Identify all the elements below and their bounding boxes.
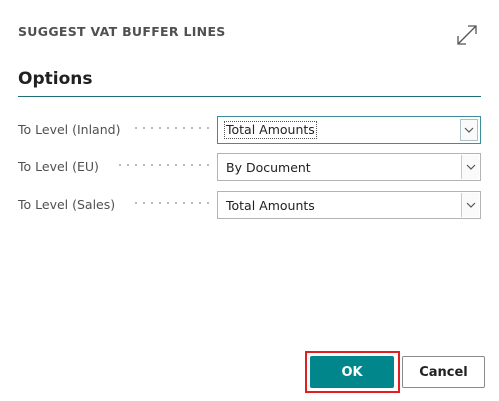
- expand-icon[interactable]: [456, 24, 478, 46]
- chevron-down-icon[interactable]: [461, 155, 479, 179]
- to-level-eu-select[interactable]: By Document: [217, 153, 481, 181]
- field-label-to-level-sales: To Level (Sales): [18, 197, 116, 212]
- section-divider: [18, 96, 481, 97]
- field-row-to-level-sales: To Level (Sales) Total Amounts: [18, 191, 481, 219]
- ok-button[interactable]: OK: [310, 356, 394, 388]
- to-level-inland-select[interactable]: Total Amounts: [217, 116, 481, 144]
- field-label-to-level-inland: To Level (Inland): [18, 122, 121, 137]
- section-title-options: Options: [18, 69, 93, 89]
- chevron-down-icon[interactable]: [460, 119, 478, 141]
- field-row-to-level-eu: To Level (EU) By Document: [18, 153, 481, 181]
- suggest-vat-buffer-lines-dialog: SUGGEST VAT BUFFER LINES Options To Leve…: [0, 0, 499, 401]
- select-value: Total Amounts: [224, 121, 317, 139]
- cancel-button[interactable]: Cancel: [402, 356, 485, 388]
- select-value: Total Amounts: [226, 198, 315, 213]
- leader-dots: [132, 201, 209, 205]
- field-row-to-level-inland: To Level (Inland) Total Amounts: [18, 116, 481, 144]
- field-label-to-level-eu: To Level (EU): [18, 159, 99, 174]
- chevron-down-icon[interactable]: [461, 193, 479, 217]
- select-value: By Document: [226, 160, 311, 175]
- leader-dots: [132, 126, 209, 130]
- leader-dots: [116, 163, 209, 167]
- dialog-title: SUGGEST VAT BUFFER LINES: [18, 24, 226, 39]
- to-level-sales-select[interactable]: Total Amounts: [217, 191, 481, 219]
